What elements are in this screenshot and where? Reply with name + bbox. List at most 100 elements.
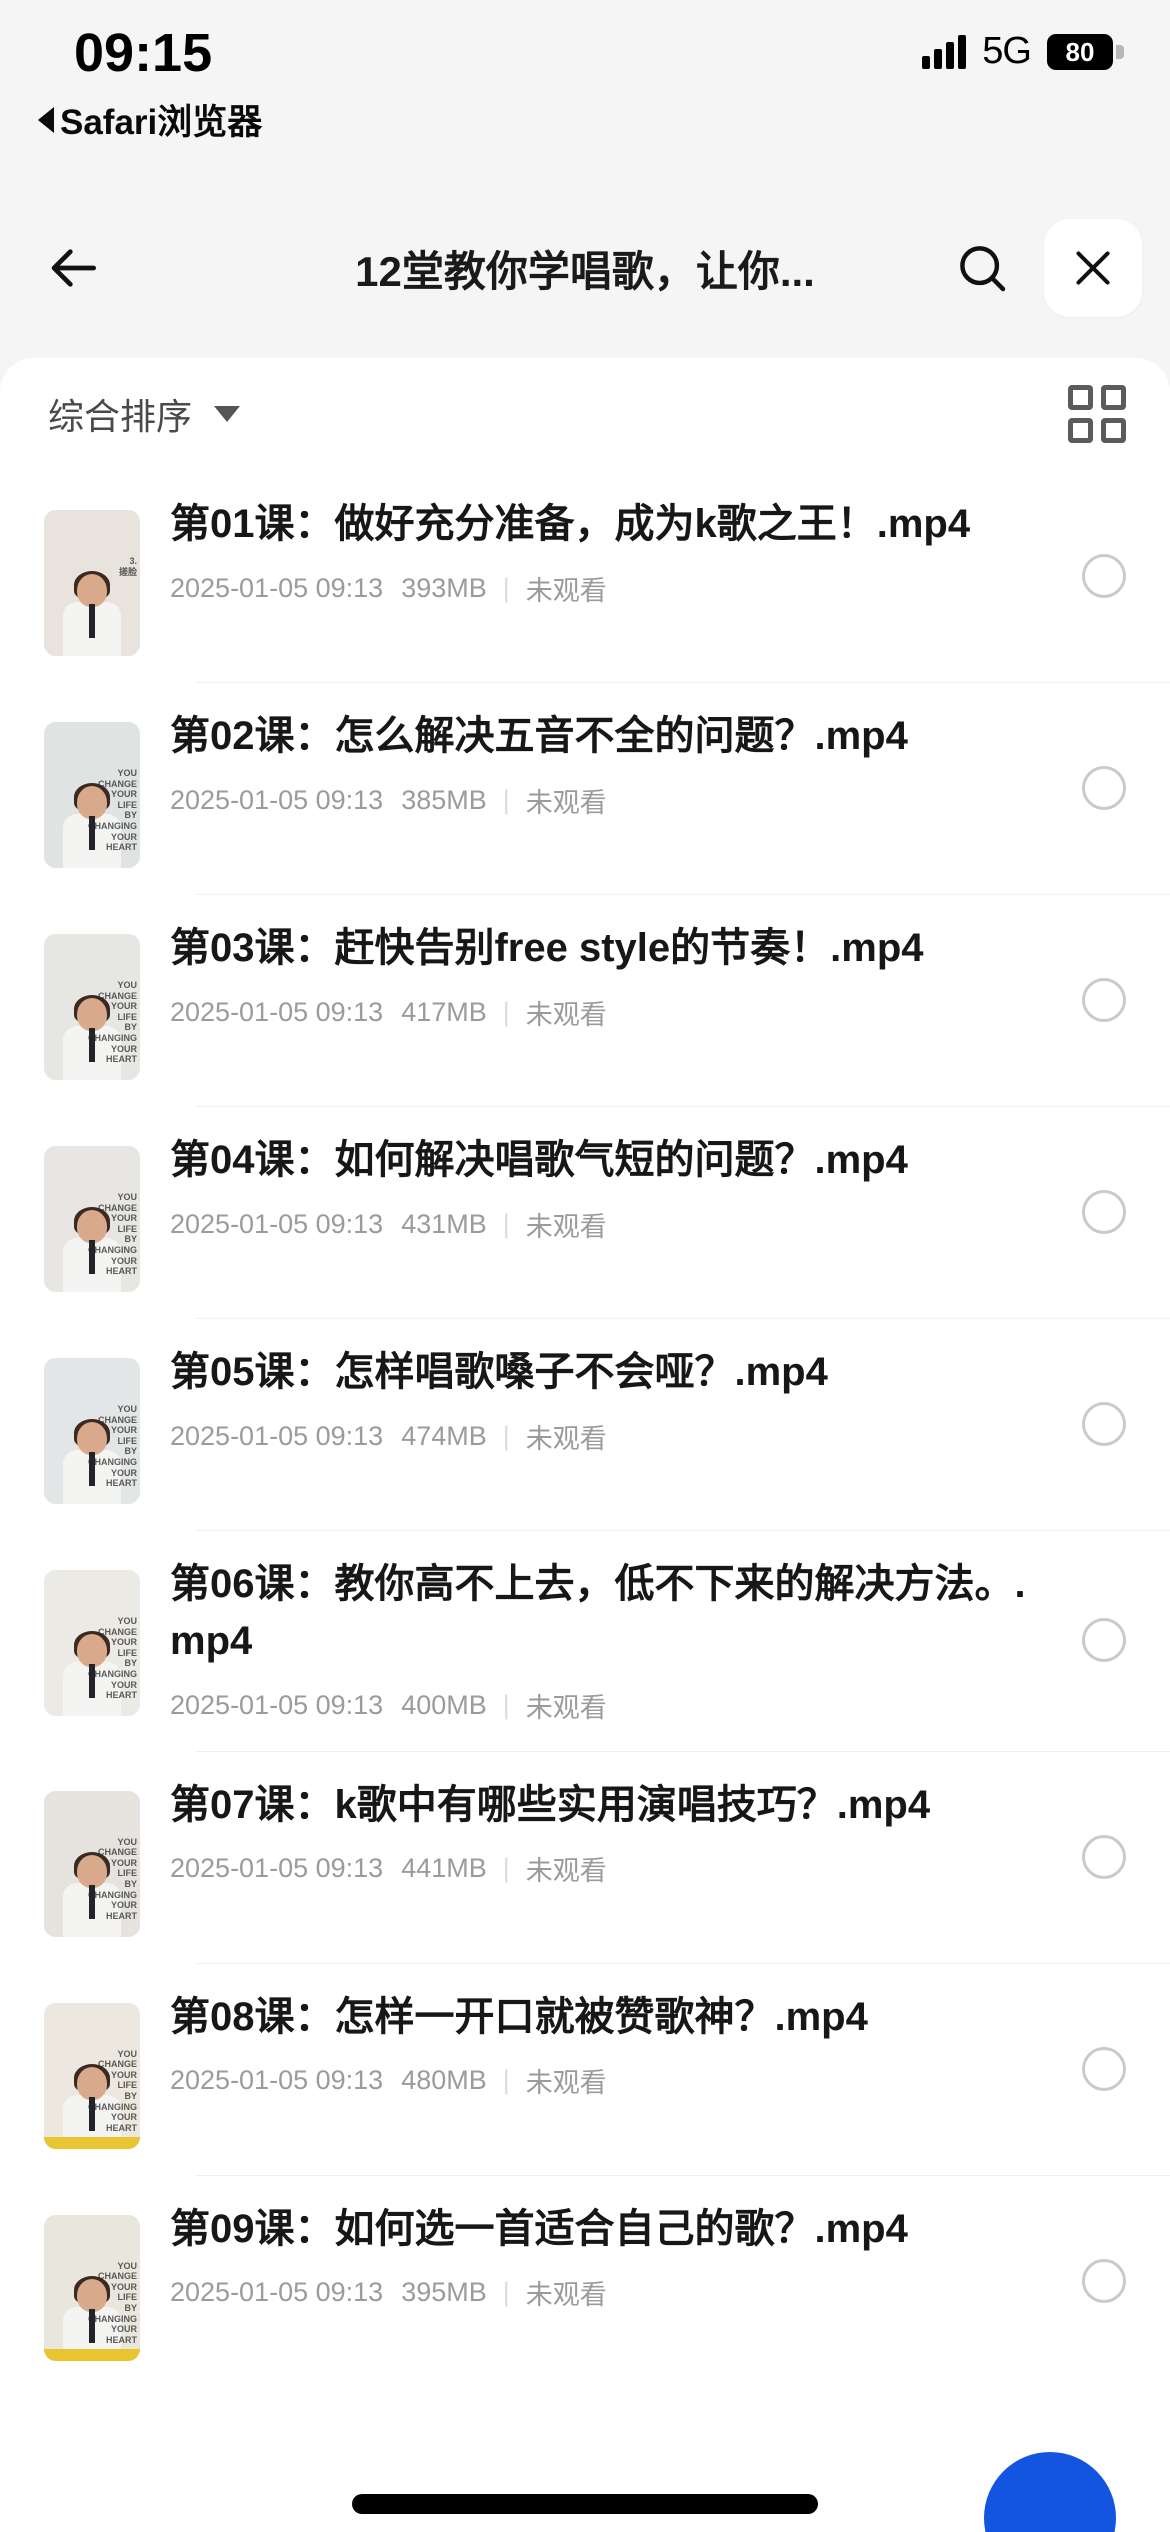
- table-row[interactable]: 3. 搓脸 第01课：做好充分准备，成为k歌之王！.mp4 2025-01-05 09…: [0, 470, 1170, 682]
- watch-status: 未观看: [525, 999, 607, 1030]
- file-info: 第03课：赶快告别free style的节奏！.mp4 2025-01-05 09…: [140, 920, 1082, 1032]
- file-size: 395MB: [401, 2277, 487, 2308]
- file-size: 385MB: [401, 784, 487, 815]
- grid-cell-icon: [1068, 385, 1093, 410]
- search-button[interactable]: [946, 232, 1018, 304]
- video-thumbnail[interactable]: YOU CHANGE YOUR LIFE BY CHANGING YOUR HEART: [44, 722, 140, 868]
- file-date: 2025-01-05 09:13: [170, 2065, 384, 2096]
- search-icon: [960, 246, 1006, 292]
- file-size: 474MB: [401, 1420, 487, 1451]
- table-row[interactable]: YOU CHANGE YOUR LIFE BY CHANGING YOUR HEART 第03课…: [0, 894, 1170, 1106]
- file-meta: 2025-01-05 09:13 480MB | 未观看: [170, 2061, 1042, 2100]
- sort-dropdown[interactable]: 综合排序: [48, 388, 241, 440]
- sort-toolbar: 综合排序: [0, 358, 1170, 470]
- file-meta: 2025-01-05 09:13 441MB | 未观看: [170, 1849, 1042, 1888]
- grid-cell-icon: [1101, 385, 1126, 410]
- table-row[interactable]: YOU CHANGE YOUR LIFE BY CHANGING YOUR HEART 第08课…: [0, 1962, 1170, 2175]
- meta-separator: |: [502, 1420, 510, 1451]
- table-row[interactable]: YOU CHANGE YOUR LIFE BY CHANGING YOUR HEART 第06课…: [0, 1530, 1170, 1751]
- file-date: 2025-01-05 09:13: [170, 996, 384, 1027]
- file-title: 第08课：怎样一开口就被赞歌神？.mp4: [170, 1994, 868, 2039]
- meta-separator: |: [502, 1853, 510, 1884]
- file-info: 第06课：教你高不上去，低不下来的解决方法。.mp4 2025-01-05 09:…: [140, 1556, 1082, 1725]
- thumbnail-watermark-text: YOU CHANGE YOUR LIFE BY CHANGING YOUR HEART: [88, 1192, 137, 1277]
- meta-separator: |: [502, 2065, 510, 2096]
- sort-label: 综合排序: [48, 396, 193, 437]
- status-time: 09:15: [74, 23, 213, 83]
- file-date: 2025-01-05 09:13: [170, 784, 384, 815]
- file-size: 441MB: [401, 1853, 487, 1884]
- navigation-bar: 12堂教你学唱歌，让你...: [0, 178, 1170, 358]
- table-row[interactable]: YOU CHANGE YOUR LIFE BY CHANGING YOUR HEART 第02课…: [0, 682, 1170, 894]
- watch-status: 未观看: [525, 1692, 607, 1723]
- floating-action-button[interactable]: [984, 2452, 1116, 2532]
- file-size: 480MB: [401, 2065, 487, 2096]
- file-size: 393MB: [401, 572, 487, 603]
- thumbnail-topband: [44, 2215, 140, 2226]
- table-row[interactable]: YOU CHANGE YOUR LIFE BY CHANGING YOUR HEART 第07课…: [0, 1750, 1170, 1963]
- file-info: 第08课：怎样一开口就被赞歌神？.mp4 2025-01-05 09:13 480M…: [140, 1989, 1082, 2101]
- file-info: 第02课：怎么解决五音不全的问题？.mp4 2025-01-05 09:13 385…: [140, 708, 1082, 820]
- meta-separator: |: [502, 2277, 510, 2308]
- thumbnail-watermark-text: YOU CHANGE YOUR LIFE BY CHANGING YOUR HEART: [88, 1836, 137, 1921]
- file-date: 2025-01-05 09:13: [170, 1689, 384, 1720]
- meta-separator: |: [502, 784, 510, 815]
- close-icon: [1076, 251, 1110, 285]
- back-triangle-icon: [38, 106, 54, 133]
- video-thumbnail[interactable]: YOU CHANGE YOUR LIFE BY CHANGING YOUR HEART: [44, 1146, 140, 1292]
- file-meta: 2025-01-05 09:13 400MB | 未观看: [170, 1686, 1042, 1725]
- table-row[interactable]: YOU CHANGE YOUR LIFE BY CHANGING YOUR HEART 第04课…: [0, 1106, 1170, 1318]
- select-checkbox[interactable]: [1082, 554, 1126, 598]
- select-checkbox[interactable]: [1082, 766, 1126, 810]
- status-indicators: 5G 80: [922, 30, 1140, 73]
- file-info: 第05课：怎样唱歌嗓子不会哑？.mp4 2025-01-05 09:13 474MB…: [140, 1344, 1082, 1456]
- video-thumbnail[interactable]: YOU CHANGE YOUR LIFE BY CHANGING YOUR HEART: [44, 1570, 140, 1716]
- watch-status: 未观看: [525, 1423, 607, 1454]
- file-title: 第04课：如何解决唱歌气短的问题？.mp4: [170, 1138, 908, 1182]
- file-title: 第09课：如何选一首适合自己的歌？.mp4: [170, 2206, 908, 2251]
- file-title: 第02课：怎么解决五音不全的问题？.mp4: [170, 714, 908, 758]
- table-row[interactable]: YOU CHANGE YOUR LIFE BY CHANGING YOUR HEART 第09课…: [0, 2174, 1170, 2387]
- video-thumbnail[interactable]: YOU CHANGE YOUR LIFE BY CHANGING YOUR HEART: [44, 2002, 140, 2149]
- video-thumbnail[interactable]: YOU CHANGE YOUR LIFE BY CHANGING YOUR HEART: [44, 934, 140, 1080]
- grid-view-toggle[interactable]: [1068, 385, 1126, 443]
- file-meta: 2025-01-05 09:13 395MB | 未观看: [170, 2273, 1042, 2312]
- file-meta: 2025-01-05 09:13 393MB | 未观看: [170, 569, 1042, 608]
- video-thumbnail[interactable]: YOU CHANGE YOUR LIFE BY CHANGING YOUR HEART: [44, 1790, 140, 1937]
- file-size: 417MB: [401, 996, 487, 1027]
- file-info: 第09课：如何选一首适合自己的歌？.mp4 2025-01-05 09:13 395…: [140, 2201, 1082, 2313]
- network-label: 5G: [982, 30, 1032, 72]
- file-date: 2025-01-05 09:13: [170, 1853, 384, 1884]
- meta-separator: |: [502, 572, 510, 603]
- video-thumbnail[interactable]: YOU CHANGE YOUR LIFE BY CHANGING YOUR HEART: [44, 2214, 140, 2361]
- file-title: 第01课：做好充分准备，成为k歌之王！.mp4: [170, 502, 971, 546]
- table-row[interactable]: YOU CHANGE YOUR LIFE BY CHANGING YOUR HEART 第05课…: [0, 1318, 1170, 1530]
- video-thumbnail[interactable]: 3. 搓脸: [44, 510, 140, 656]
- select-checkbox[interactable]: [1082, 1618, 1126, 1663]
- file-info: 第01课：做好充分准备，成为k歌之王！.mp4 2025-01-05 09:13 3…: [140, 496, 1082, 608]
- watch-status: 未观看: [525, 1211, 607, 1242]
- select-checkbox[interactable]: [1082, 978, 1126, 1022]
- return-to-app-link[interactable]: Safari浏览器: [38, 94, 262, 145]
- watch-status: 未观看: [525, 1856, 607, 1887]
- video-thumbnail[interactable]: YOU CHANGE YOUR LIFE BY CHANGING YOUR HEART: [44, 1358, 140, 1504]
- file-size: 431MB: [401, 1208, 487, 1239]
- file-meta: 2025-01-05 09:13 431MB | 未观看: [170, 1205, 1042, 1244]
- select-checkbox[interactable]: [1082, 2046, 1126, 2091]
- meta-separator: |: [502, 996, 510, 1027]
- battery-icon: 80: [1047, 33, 1140, 70]
- close-button[interactable]: [1044, 219, 1142, 317]
- content-sheet: 综合排序 3. 搓脸 第01课：做好充分准备，成为k歌之王！.mp4 2025-01-…: [0, 358, 1170, 2532]
- select-checkbox[interactable]: [1082, 2258, 1126, 2303]
- signal-bars-icon: [922, 34, 967, 69]
- battery-level: 80: [1065, 36, 1095, 67]
- select-checkbox[interactable]: [1082, 1834, 1126, 1879]
- thumbnail-watermark-text: 3. 搓脸: [118, 556, 137, 577]
- watch-status: 未观看: [525, 787, 607, 818]
- select-checkbox[interactable]: [1082, 1402, 1126, 1446]
- file-title: 第07课：k歌中有哪些实用演唱技巧？.mp4: [170, 1782, 931, 1827]
- watch-status: 未观看: [525, 2280, 607, 2311]
- file-title: 第06课：教你高不上去，低不下来的解决方法。.mp4: [170, 1562, 1026, 1663]
- thumbnail-watermark-text: YOU CHANGE YOUR LIFE BY CHANGING YOUR HEART: [88, 2048, 137, 2133]
- select-checkbox[interactable]: [1082, 1190, 1126, 1234]
